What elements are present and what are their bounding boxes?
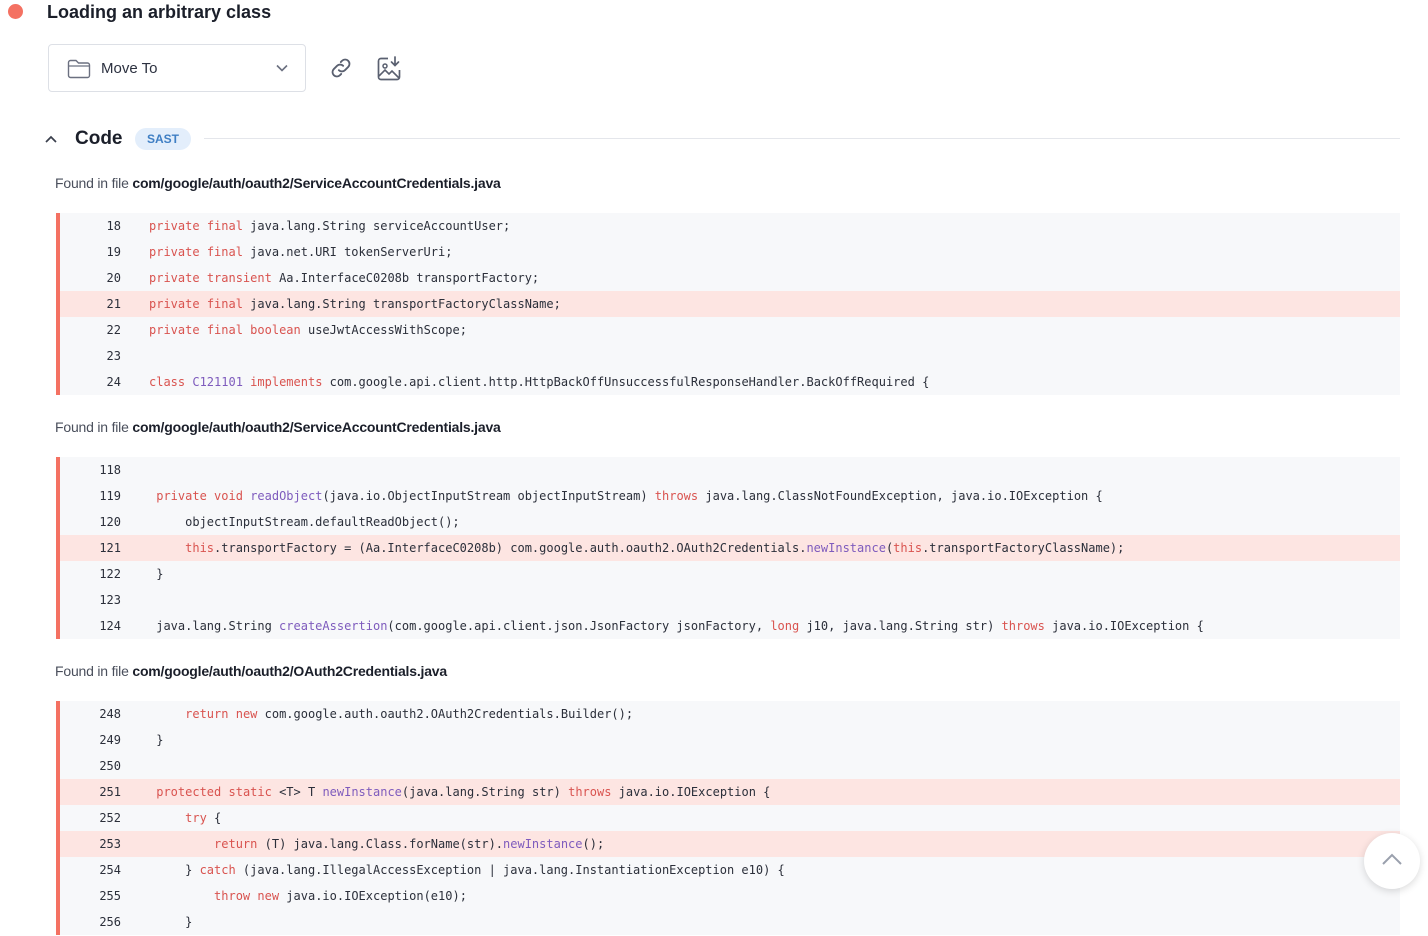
move-to-dropdown[interactable]: Move To bbox=[48, 44, 306, 92]
chevron-down-icon bbox=[275, 61, 289, 80]
code-snippet: 118 119 private void readObject(java.io.O… bbox=[56, 457, 1400, 639]
line-number: 121 bbox=[99, 541, 121, 555]
code-line: 254 } catch (java.lang.IllegalAccessExce… bbox=[60, 857, 1400, 883]
line-number: 24 bbox=[106, 375, 121, 389]
code-line: 118 bbox=[60, 457, 1400, 483]
code-line: 250 bbox=[60, 753, 1400, 779]
code-snippet: 18 private final java.lang.String service… bbox=[56, 213, 1400, 395]
line-number: 118 bbox=[99, 463, 121, 477]
code-section-header[interactable]: Code SAST bbox=[44, 127, 1400, 153]
image-download-icon bbox=[377, 56, 401, 81]
found-prefix: Found in file bbox=[55, 663, 133, 679]
section-title: Code bbox=[75, 128, 123, 149]
code-line-highlighted: 251 protected static <T> T newInstance(j… bbox=[60, 779, 1400, 805]
line-number: 120 bbox=[99, 515, 121, 529]
code-line: 22 private final boolean useJwtAccessWith… bbox=[60, 317, 1400, 343]
found-prefix: Found in file bbox=[55, 419, 133, 435]
code-line: 248 return new com.google.auth.oauth2.OA… bbox=[60, 701, 1400, 727]
code-line: 18 private final java.lang.String service… bbox=[60, 213, 1400, 239]
found-in-file-label: Found in file com/google/auth/oauth2/OAu… bbox=[55, 663, 447, 679]
code-line: 124 java.lang.String createAssertion(com… bbox=[60, 613, 1400, 639]
code-snippet: 248 return new com.google.auth.oauth2.OA… bbox=[56, 701, 1400, 935]
line-number: 254 bbox=[99, 863, 121, 877]
code-text: private void readObject(java.io.ObjectIn… bbox=[156, 489, 1103, 503]
code-text: return (T) java.lang.Class.forName(str).… bbox=[214, 837, 605, 851]
line-number: 18 bbox=[106, 219, 121, 233]
line-number: 250 bbox=[99, 759, 121, 773]
code-line: 23 bbox=[60, 343, 1400, 369]
code-line: 255 throw new java.io.IOException(e10); bbox=[60, 883, 1400, 909]
sast-badge: SAST bbox=[135, 128, 192, 150]
code-line: 123 bbox=[60, 587, 1400, 613]
move-to-label: Move To bbox=[101, 60, 158, 77]
line-number: 23 bbox=[106, 349, 121, 363]
line-number: 20 bbox=[106, 271, 121, 285]
line-number: 248 bbox=[99, 707, 121, 721]
found-in-file-label: Found in file com/google/auth/oauth2/Ser… bbox=[55, 175, 501, 191]
line-number: 122 bbox=[99, 567, 121, 581]
link-icon bbox=[331, 58, 351, 78]
code-text: } bbox=[149, 733, 164, 747]
code-text: return new com.google.auth.oauth2.OAuth2… bbox=[185, 707, 634, 721]
line-number: 21 bbox=[106, 297, 121, 311]
code-line: 122 } bbox=[60, 561, 1400, 587]
line-number: 256 bbox=[99, 915, 121, 929]
code-text: this.transportFactory = (Aa.InterfaceC02… bbox=[185, 541, 1125, 555]
line-number: 19 bbox=[106, 245, 121, 259]
line-number: 255 bbox=[99, 889, 121, 903]
code-text: private final java.lang.String serviceAc… bbox=[149, 219, 511, 233]
file-path[interactable]: com/google/auth/oauth2/ServiceAccountCre… bbox=[132, 175, 500, 191]
line-number: 22 bbox=[106, 323, 121, 337]
found-prefix: Found in file bbox=[55, 175, 133, 191]
code-text: objectInputStream.defaultReadObject(); bbox=[149, 515, 460, 529]
code-text: private final java.lang.String transport… bbox=[149, 297, 561, 311]
code-line: 20 private transient Aa.InterfaceC0208b t… bbox=[60, 265, 1400, 291]
scroll-to-top-button[interactable] bbox=[1364, 833, 1420, 889]
copy-link-button[interactable] bbox=[328, 55, 354, 81]
code-line: 252 try { bbox=[60, 805, 1400, 831]
file-path[interactable]: com/google/auth/oauth2/OAuth2Credentials… bbox=[132, 663, 447, 679]
code-text: } catch (java.lang.IllegalAccessExceptio… bbox=[149, 863, 785, 877]
section-divider bbox=[204, 138, 1400, 139]
line-number: 119 bbox=[99, 489, 121, 503]
found-in-file-label: Found in file com/google/auth/oauth2/Ser… bbox=[55, 419, 501, 435]
code-text: throw new java.io.IOException(e10); bbox=[214, 889, 467, 903]
code-text: private final boolean useJwtAccessWithSc… bbox=[149, 323, 467, 337]
code-line: 249 } bbox=[60, 727, 1400, 753]
line-number: 251 bbox=[99, 785, 121, 799]
code-text: java.lang.String createAssertion(com.goo… bbox=[149, 619, 1204, 633]
code-text: protected static <T> T newInstance(java.… bbox=[156, 785, 771, 799]
finding-title: Loading an arbitrary class bbox=[47, 2, 272, 22]
code-line: 120 objectInputStream.defaultReadObject(… bbox=[60, 509, 1400, 535]
code-line: 119 private void readObject(java.io.Obje… bbox=[60, 483, 1400, 509]
code-text: private final java.net.URI tokenServerUr… bbox=[149, 245, 453, 259]
code-line: 256 } bbox=[60, 909, 1400, 935]
code-text: try { bbox=[185, 811, 222, 825]
line-number: 124 bbox=[99, 619, 121, 633]
code-line-highlighted: 253 return (T) java.lang.Class.forName(s… bbox=[60, 831, 1400, 857]
download-image-button[interactable] bbox=[375, 55, 403, 83]
code-text: class C121101 implements com.google.api.… bbox=[149, 375, 930, 389]
folder-icon bbox=[67, 59, 91, 84]
code-line-highlighted: 121 this.transportFactory = (Aa.Interfac… bbox=[60, 535, 1400, 561]
file-path[interactable]: com/google/auth/oauth2/ServiceAccountCre… bbox=[132, 419, 500, 435]
code-text: private transient Aa.InterfaceC0208b tra… bbox=[149, 271, 540, 285]
code-line: 24 class C121101 implements com.google.ap… bbox=[60, 369, 1400, 395]
chevron-up-icon bbox=[1382, 853, 1402, 865]
line-number: 253 bbox=[99, 837, 121, 851]
line-number: 123 bbox=[99, 593, 121, 607]
code-text: } bbox=[149, 915, 193, 929]
severity-dot bbox=[8, 4, 23, 19]
code-line-highlighted: 21 private final java.lang.String transpo… bbox=[60, 291, 1400, 317]
chevron-up-icon[interactable] bbox=[44, 132, 58, 150]
code-text: } bbox=[149, 567, 164, 581]
code-line: 19 private final java.net.URI tokenServer… bbox=[60, 239, 1400, 265]
line-number: 252 bbox=[99, 811, 121, 825]
line-number: 249 bbox=[99, 733, 121, 747]
